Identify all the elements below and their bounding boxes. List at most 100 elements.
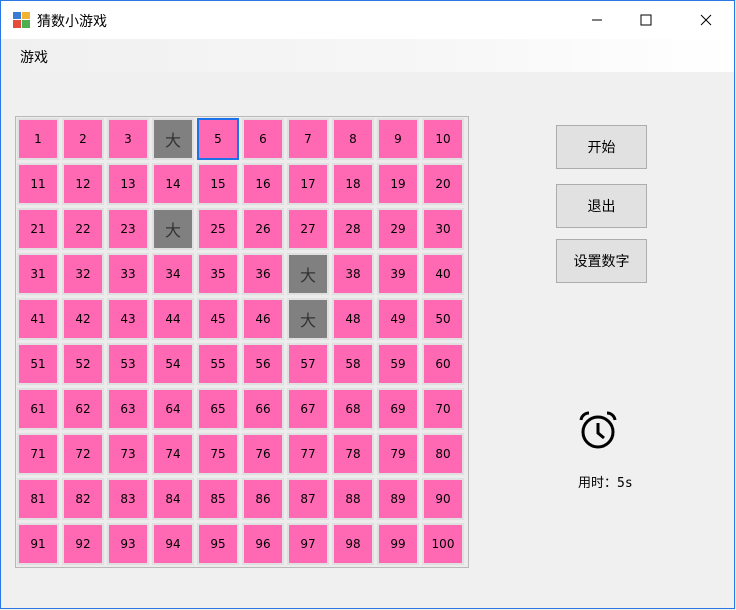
number-cell[interactable]: 14 [152,163,194,205]
number-cell[interactable]: 86 [242,478,284,520]
number-cell[interactable]: 94 [152,523,194,565]
number-cell[interactable]: 67 [287,388,329,430]
number-cell[interactable]: 96 [242,523,284,565]
number-cell[interactable]: 34 [152,253,194,295]
close-button[interactable] [683,1,729,39]
number-cell[interactable]: 57 [287,343,329,385]
number-cell[interactable]: 71 [17,433,59,475]
number-cell[interactable]: 68 [332,388,374,430]
number-cell[interactable]: 10 [422,118,464,160]
number-cell[interactable]: 77 [287,433,329,475]
number-cell[interactable]: 7 [287,118,329,160]
number-cell[interactable]: 75 [197,433,239,475]
number-cell[interactable]: 93 [107,523,149,565]
number-cell[interactable]: 92 [62,523,104,565]
number-cell[interactable]: 100 [422,523,464,565]
number-cell[interactable]: 50 [422,298,464,340]
number-cell[interactable]: 8 [332,118,374,160]
number-cell[interactable]: 40 [422,253,464,295]
number-cell[interactable]: 62 [62,388,104,430]
number-cell[interactable]: 大 [287,253,329,295]
number-cell[interactable]: 46 [242,298,284,340]
number-cell[interactable]: 12 [62,163,104,205]
number-cell[interactable]: 73 [107,433,149,475]
number-cell[interactable]: 45 [197,298,239,340]
number-cell[interactable]: 99 [377,523,419,565]
start-button[interactable]: 开始 [556,125,647,169]
number-cell[interactable]: 19 [377,163,419,205]
number-cell[interactable]: 82 [62,478,104,520]
number-cell[interactable]: 1 [17,118,59,160]
number-cell[interactable]: 53 [107,343,149,385]
number-cell[interactable]: 49 [377,298,419,340]
number-cell[interactable]: 41 [17,298,59,340]
number-cell[interactable]: 3 [107,118,149,160]
number-cell[interactable]: 33 [107,253,149,295]
maximize-button[interactable] [623,1,669,39]
number-cell[interactable]: 16 [242,163,284,205]
number-cell[interactable]: 60 [422,343,464,385]
number-cell[interactable]: 25 [197,208,239,250]
number-cell[interactable]: 95 [197,523,239,565]
number-cell[interactable]: 13 [107,163,149,205]
number-cell[interactable]: 48 [332,298,374,340]
number-cell[interactable]: 72 [62,433,104,475]
number-cell[interactable]: 18 [332,163,374,205]
number-cell[interactable]: 23 [107,208,149,250]
number-cell[interactable]: 79 [377,433,419,475]
number-cell[interactable]: 76 [242,433,284,475]
number-cell[interactable]: 28 [332,208,374,250]
number-cell[interactable]: 81 [17,478,59,520]
number-cell[interactable]: 15 [197,163,239,205]
exit-button[interactable]: 退出 [556,184,647,228]
number-cell[interactable]: 51 [17,343,59,385]
number-cell[interactable]: 90 [422,478,464,520]
number-cell[interactable]: 6 [242,118,284,160]
number-cell[interactable]: 70 [422,388,464,430]
set-number-button[interactable]: 设置数字 [556,239,647,283]
number-cell[interactable]: 58 [332,343,374,385]
number-cell[interactable]: 32 [62,253,104,295]
number-cell[interactable]: 5 [197,118,239,160]
number-cell[interactable]: 大 [152,118,194,160]
number-cell[interactable]: 36 [242,253,284,295]
number-cell[interactable]: 80 [422,433,464,475]
number-cell[interactable]: 35 [197,253,239,295]
number-cell[interactable]: 20 [422,163,464,205]
number-cell[interactable]: 17 [287,163,329,205]
number-cell[interactable]: 89 [377,478,419,520]
number-cell[interactable]: 84 [152,478,194,520]
number-cell[interactable]: 78 [332,433,374,475]
number-cell[interactable]: 22 [62,208,104,250]
number-cell[interactable]: 42 [62,298,104,340]
number-cell[interactable]: 61 [17,388,59,430]
number-cell[interactable]: 66 [242,388,284,430]
number-cell[interactable]: 64 [152,388,194,430]
number-cell[interactable]: 88 [332,478,374,520]
number-cell[interactable]: 29 [377,208,419,250]
number-cell[interactable]: 54 [152,343,194,385]
number-cell[interactable]: 2 [62,118,104,160]
number-cell[interactable]: 9 [377,118,419,160]
number-cell[interactable]: 43 [107,298,149,340]
number-cell[interactable]: 39 [377,253,419,295]
number-cell[interactable]: 85 [197,478,239,520]
number-cell[interactable]: 21 [17,208,59,250]
number-cell[interactable]: 83 [107,478,149,520]
number-cell[interactable]: 59 [377,343,419,385]
number-cell[interactable]: 大 [287,298,329,340]
number-cell[interactable]: 56 [242,343,284,385]
number-cell[interactable]: 27 [287,208,329,250]
number-cell[interactable]: 31 [17,253,59,295]
number-cell[interactable]: 11 [17,163,59,205]
number-cell[interactable]: 30 [422,208,464,250]
number-cell[interactable]: 26 [242,208,284,250]
number-cell[interactable]: 52 [62,343,104,385]
number-cell[interactable]: 97 [287,523,329,565]
number-cell[interactable]: 74 [152,433,194,475]
number-cell[interactable]: 63 [107,388,149,430]
number-cell[interactable]: 38 [332,253,374,295]
number-cell[interactable]: 44 [152,298,194,340]
menu-game[interactable]: 游戏 [20,47,48,67]
number-cell[interactable]: 87 [287,478,329,520]
